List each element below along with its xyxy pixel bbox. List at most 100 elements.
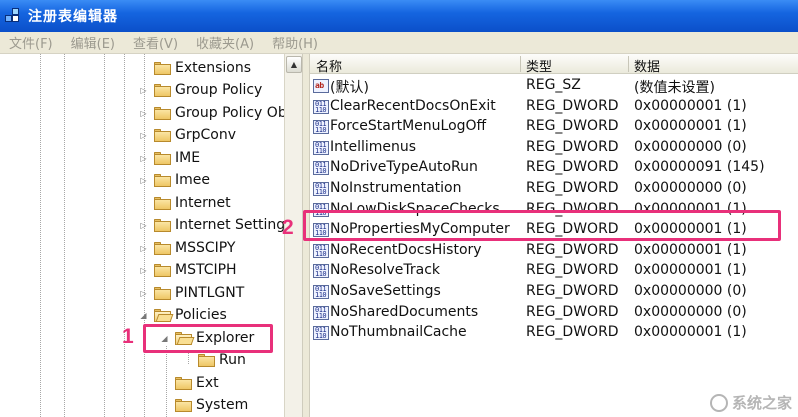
- string-value-icon: ab: [313, 79, 329, 93]
- value-row[interactable]: 011 110 ForceStartMenuLogOff REG_DWORD 0x00…: [310, 117, 798, 138]
- value-data: 0x00000001 (1): [634, 324, 747, 341]
- tree-expander[interactable]: ▷: [139, 86, 148, 95]
- tree-expander[interactable]: ◢: [139, 311, 148, 320]
- tree-item-policies[interactable]: ◢ Policies: [139, 304, 226, 326]
- folder-icon: [154, 61, 171, 75]
- binary-value-icon: 011 110: [313, 140, 329, 155]
- menu-help[interactable]: 帮助(H): [263, 33, 327, 52]
- folder-icon: [175, 376, 192, 390]
- scroll-up-arrow-icon[interactable]: ▲: [286, 56, 302, 73]
- tree-item-ext[interactable]: Ext: [160, 372, 219, 394]
- binary-value-icon: 011 110: [313, 326, 329, 341]
- tree-item-internet-settings[interactable]: ▷ Internet Setting: [139, 214, 284, 236]
- menu-favorites[interactable]: 收藏夹(A): [187, 33, 263, 52]
- column-divider[interactable]: [628, 56, 629, 72]
- value-name: ClearRecentDocsOnExit: [330, 97, 496, 114]
- binary-value-icon: 011 110: [313, 120, 329, 135]
- value-type: REG_DWORD: [526, 180, 619, 196]
- value-row[interactable]: 011 110 NoResolveTrack REG_DWORD 0x00000001…: [310, 261, 798, 282]
- value-row[interactable]: 011 110 NoInstrumentation REG_DWORD 0x00000…: [310, 179, 798, 200]
- tree-item-internet[interactable]: Internet: [139, 192, 231, 214]
- step2-number: 2: [282, 216, 294, 239]
- value-type: REG_DWORD: [526, 159, 619, 176]
- tree-item-label: GrpConv: [175, 127, 236, 143]
- tree-item-mstciph[interactable]: ▷ MSTCIPH: [139, 259, 236, 281]
- value-name: NoSaveSettings: [330, 283, 441, 299]
- tree-item-grpconv[interactable]: ▷ GrpConv: [139, 124, 236, 146]
- value-type: REG_DWORD: [526, 97, 619, 114]
- value-name: NoRecentDocsHistory: [330, 241, 482, 258]
- value-row[interactable]: 011 110 NoDriveTypeAutoRun REG_DWORD 0x0000…: [310, 158, 798, 179]
- value-data: 0x00000001 (1): [634, 118, 747, 135]
- value-row[interactable]: 011 110 Intellimenus REG_DWORD 0x00000000 (…: [310, 138, 798, 159]
- tree-expander[interactable]: ▷: [139, 289, 148, 298]
- tree-item-imee[interactable]: ▷ Imee: [139, 169, 210, 191]
- value-data: 0x00000000 (0): [634, 180, 747, 196]
- folder-icon: [154, 196, 171, 210]
- value-type: REG_DWORD: [526, 283, 619, 299]
- folder-icon: [198, 353, 215, 367]
- tree-item-ime[interactable]: ▷ IME: [139, 147, 200, 169]
- binary-value-icon: 011 110: [313, 161, 329, 176]
- folder-icon: [154, 151, 171, 165]
- value-name: NoSharedDocuments: [330, 303, 479, 320]
- tree-item-extensions[interactable]: Extensions: [139, 57, 251, 79]
- tree-guide-line: [40, 54, 41, 417]
- tree-expander[interactable]: ▷: [139, 109, 148, 118]
- tree-expander[interactable]: ▷: [139, 131, 148, 140]
- tree-item-label: IME: [175, 150, 201, 166]
- value-data: 0x00000001 (1): [634, 241, 747, 258]
- tree-item-system[interactable]: System: [160, 394, 248, 416]
- tree-item-label: Run: [219, 352, 246, 368]
- registry-editor-icon: [4, 8, 22, 24]
- tree-item-label: PINTLGNT: [175, 285, 245, 301]
- tree-item-group-policy[interactable]: ▷ Group Policy: [139, 79, 262, 101]
- value-data: (数值未设置): [634, 80, 715, 96]
- folder-icon: [175, 398, 192, 412]
- tree-item-pintlgnt[interactable]: ▷ PINTLGNT: [139, 282, 244, 304]
- column-header-data[interactable]: 数据: [634, 56, 660, 75]
- tree-item-group-policy-objects[interactable]: ▷ Group Policy Ob: [139, 102, 284, 124]
- value-data: 0x00000000 (0): [634, 303, 747, 320]
- value-name: Intellimenus: [330, 138, 417, 155]
- column-header-type[interactable]: 类型: [526, 56, 552, 75]
- menu-file[interactable]: 文件(F): [0, 33, 62, 52]
- tree-expander[interactable]: ▷: [139, 266, 148, 275]
- folder-icon: [154, 218, 171, 232]
- tree-item-label: Extensions: [175, 60, 252, 76]
- menu-edit[interactable]: 编辑(E): [62, 33, 124, 52]
- menu-bar: 文件(F) 编辑(E) 查看(V) 收藏夹(A) 帮助(H): [0, 32, 798, 54]
- binary-value-icon: 011 110: [313, 182, 329, 196]
- tree-item-label: System: [196, 397, 249, 413]
- value-row[interactable]: ab (默认) REG_SZ (数值未设置): [310, 76, 798, 97]
- tree-expander[interactable]: ▷: [139, 221, 148, 230]
- column-header-name[interactable]: 名称: [316, 56, 342, 75]
- folder-icon: [154, 173, 171, 187]
- menu-view[interactable]: 查看(V): [124, 33, 187, 52]
- tree-expander[interactable]: ▷: [139, 154, 148, 163]
- tree-item-msscipy[interactable]: ▷ MSSCIPY: [139, 237, 235, 259]
- tree-item-label: Group Policy: [175, 82, 263, 98]
- step1-highlight-box: [143, 324, 273, 353]
- value-type: REG_DWORD: [526, 241, 619, 258]
- tree-expander[interactable]: ▷: [139, 176, 148, 185]
- folder-icon: [154, 128, 171, 142]
- value-row[interactable]: 011 110 ClearRecentDocsOnExit REG_DWORD 0x0…: [310, 97, 798, 118]
- value-row[interactable]: 011 110 NoSaveSettings REG_DWORD 0x00000000…: [310, 282, 798, 303]
- tree-item-label: Imee: [175, 172, 210, 188]
- value-type: REG_SZ: [526, 77, 581, 93]
- tree-item-label: Internet: [175, 195, 231, 211]
- value-row[interactable]: 011 110 NoThumbnailCache REG_DWORD 0x000000…: [310, 323, 798, 344]
- value-row[interactable]: 011 110 NoSharedDocuments REG_DWORD 0x00000…: [310, 303, 798, 324]
- binary-value-icon: 011 110: [313, 264, 329, 279]
- value-row[interactable]: 011 110 NoRecentDocsHistory REG_DWORD 0x000…: [310, 241, 798, 262]
- list-header: 名称 类型 数据: [310, 54, 798, 75]
- tree-item-label: Group Policy Ob: [175, 105, 284, 121]
- registry-key-tree[interactable]: Extensions ▷ Group Policy ▷ Group Policy…: [0, 54, 284, 417]
- title-bar: 注册表编辑器: [0, 0, 798, 32]
- column-divider[interactable]: [520, 56, 521, 72]
- tree-expander[interactable]: ▷: [139, 244, 148, 253]
- binary-value-icon: 011 110: [313, 99, 329, 114]
- folder-icon: [154, 83, 171, 97]
- tree-item-label: MSSCIPY: [175, 240, 236, 256]
